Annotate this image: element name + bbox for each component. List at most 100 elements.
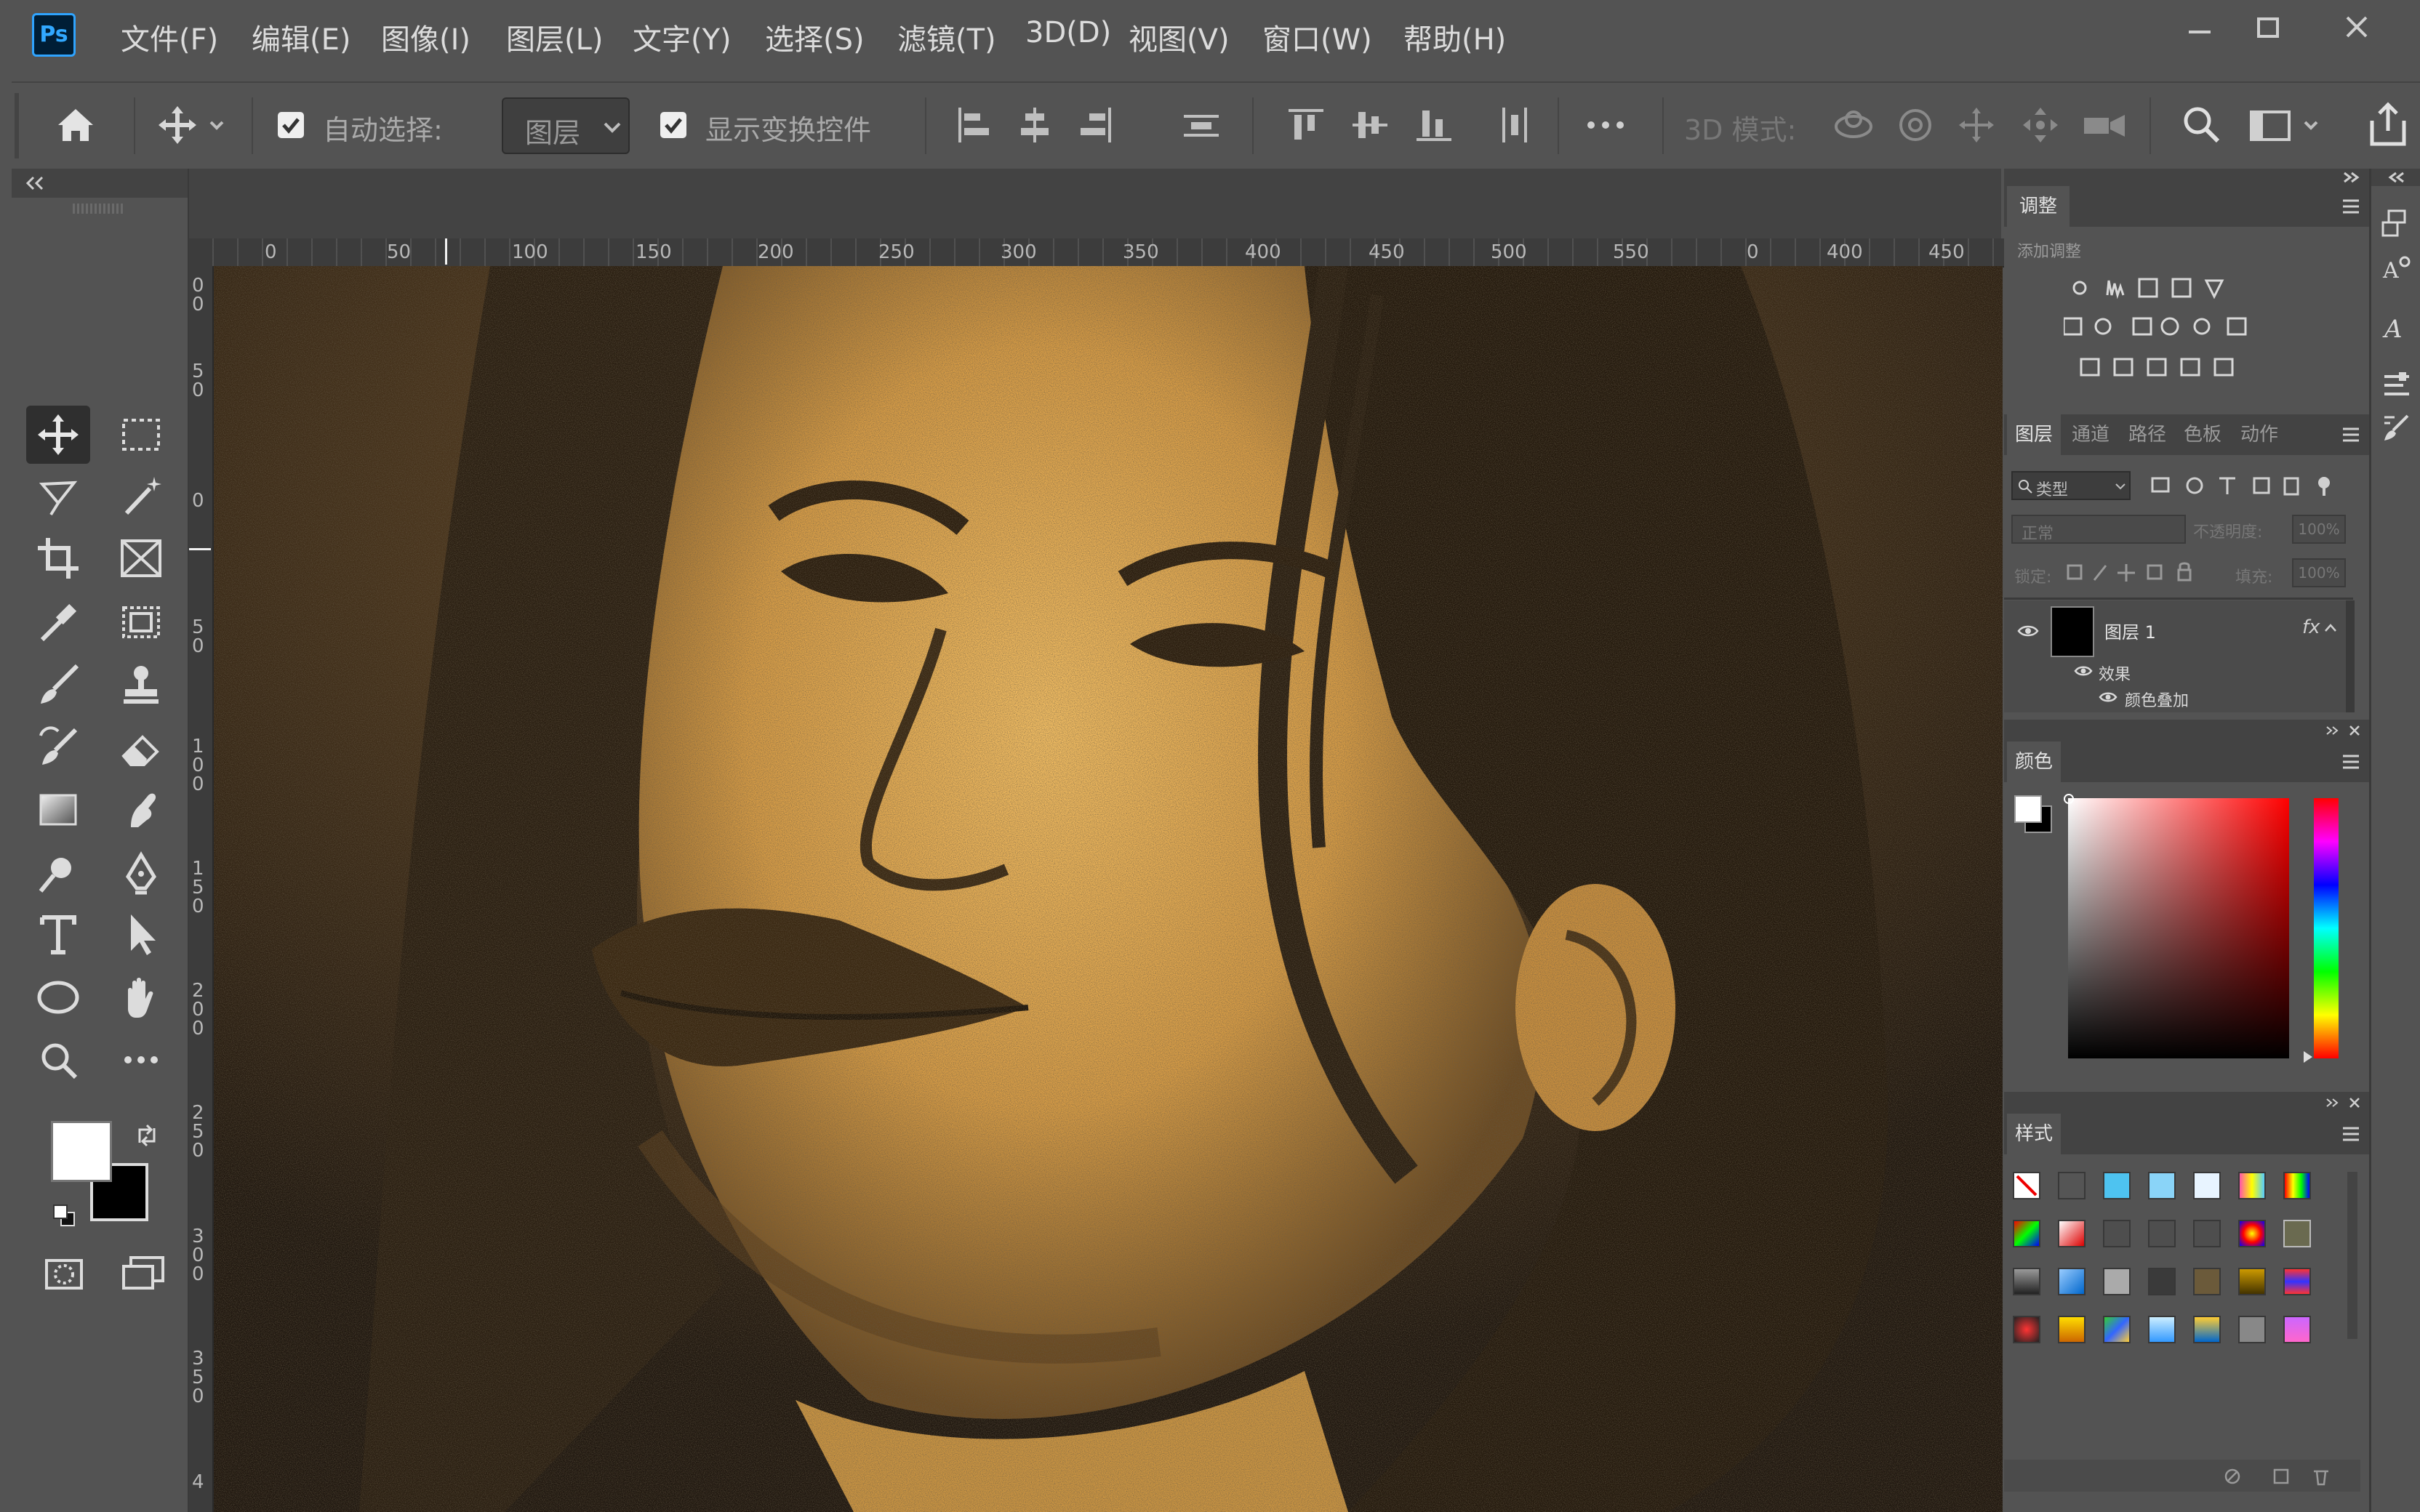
foreground-color-swatch[interactable] <box>51 1121 112 1182</box>
style-swatch[interactable] <box>2193 1172 2221 1199</box>
style-swatch[interactable] <box>2103 1220 2131 1247</box>
hue-slider-marker[interactable] <box>2302 1050 2314 1064</box>
align-right-icon[interactable] <box>1076 105 1115 145</box>
3d-roll-icon[interactable] <box>1894 103 1937 147</box>
effects-visibility-eye-icon[interactable] <box>2074 664 2093 677</box>
strip-header[interactable] <box>2371 169 2420 186</box>
edit-toolbar-icon[interactable] <box>109 1031 173 1089</box>
style-swatch[interactable] <box>2013 1220 2040 1247</box>
menu-select[interactable]: 选择(S) <box>765 16 865 58</box>
color-panel-foreground-swatch[interactable] <box>2014 795 2042 823</box>
color-overlay-visibility-eye-icon[interactable] <box>2099 691 2118 704</box>
style-swatch[interactable] <box>2058 1220 2086 1247</box>
style-swatch[interactable] <box>2283 1268 2311 1295</box>
auto-select-target-dropdown[interactable]: 图层 <box>502 97 630 154</box>
screen-mode-icon[interactable] <box>113 1244 172 1303</box>
panel-menu-icon[interactable] <box>2341 753 2360 771</box>
style-swatch[interactable] <box>2283 1172 2311 1199</box>
style-swatch[interactable] <box>2103 1268 2131 1295</box>
collapse-effects-icon[interactable] <box>2324 622 2337 632</box>
frame-tool[interactable] <box>109 529 173 587</box>
panel-menu-icon[interactable] <box>2341 198 2360 215</box>
style-swatch[interactable] <box>2058 1172 2086 1199</box>
style-swatch[interactable] <box>2013 1268 2040 1295</box>
color-overlay-effect[interactable]: 颜色叠加 <box>2125 688 2189 711</box>
visibility-eye-icon[interactable] <box>2017 624 2039 638</box>
menu-view[interactable]: 视图(V) <box>1129 16 1230 58</box>
layer-name[interactable]: 图层 1 <box>2104 618 2156 643</box>
layer-filter-dropdown[interactable]: 类型 <box>2011 471 2131 500</box>
character-style-icon[interactable]: A <box>2380 253 2413 286</box>
horizontal-ruler[interactable]: 0 50 100 150 200 250 300 350 400 450 500… <box>189 238 2004 268</box>
home-icon[interactable] <box>52 102 99 148</box>
grip-handle[interactable] <box>15 93 19 158</box>
pen-tool[interactable] <box>109 845 173 903</box>
style-swatch[interactable] <box>2193 1316 2221 1343</box>
3d-camera-icon[interactable] <box>2081 103 2129 147</box>
style-swatch[interactable] <box>2238 1172 2266 1199</box>
more-options-icon[interactable] <box>1582 105 1629 145</box>
style-swatch[interactable] <box>2283 1316 2311 1343</box>
tab-channels[interactable]: 通道 <box>2064 414 2118 455</box>
eyedropper-tool[interactable] <box>26 593 90 651</box>
eraser-tool[interactable] <box>109 718 173 776</box>
menu-filter[interactable]: 滤镜(T) <box>897 16 996 58</box>
distribute-horizontal-icon[interactable] <box>1495 105 1536 145</box>
dodge-tool[interactable] <box>26 845 90 903</box>
style-swatch[interactable] <box>2283 1220 2311 1247</box>
menu-file[interactable]: 文件(F) <box>121 16 218 58</box>
rectangular-marquee-tool[interactable] <box>109 406 173 464</box>
properties-panel-icon[interactable] <box>2380 206 2413 240</box>
tab-paths[interactable]: 路径 <box>2120 414 2174 455</box>
color-panel-header[interactable] <box>2004 720 2369 741</box>
distribute-vertical-icon[interactable] <box>1181 105 1222 145</box>
menu-image[interactable]: 图像(I) <box>381 16 470 58</box>
hue-slider[interactable] <box>2314 798 2339 1058</box>
history-brush-tool[interactable] <box>26 718 90 776</box>
style-swatch[interactable] <box>2058 1316 2086 1343</box>
toolbox-header[interactable] <box>12 169 188 198</box>
toolbox-grip[interactable] <box>73 204 124 214</box>
paragraph-panel-icon[interactable] <box>2380 369 2413 403</box>
auto-select-checkbox[interactable] <box>278 112 304 138</box>
menu-3d[interactable]: 3D(D) <box>1025 16 1111 49</box>
styles-panel-header[interactable] <box>2004 1092 2369 1114</box>
panel-menu-icon[interactable] <box>2341 1125 2360 1143</box>
clone-stamp-tool[interactable] <box>109 656 173 714</box>
lock-icons[interactable] <box>2065 560 2225 584</box>
smudge-tool[interactable] <box>109 781 173 839</box>
layers-scrollbar[interactable] <box>2346 600 2355 712</box>
crop-tool[interactable] <box>26 529 90 587</box>
object-selection-tool[interactable] <box>109 593 173 651</box>
brush-settings-icon[interactable] <box>2380 411 2413 445</box>
menu-layer[interactable]: 图层(L) <box>506 16 604 58</box>
menu-type[interactable]: 文字(Y) <box>633 16 732 58</box>
menu-help[interactable]: 帮助(H) <box>1403 16 1506 58</box>
move-tool-preset-icon[interactable] <box>154 102 227 148</box>
quick-mask-icon[interactable] <box>33 1244 92 1303</box>
share-icon[interactable] <box>2365 99 2411 150</box>
align-bottom-icon[interactable] <box>1414 105 1454 145</box>
brush-tool[interactable] <box>26 656 90 714</box>
lasso-tool[interactable] <box>26 467 90 525</box>
minimize-button[interactable] <box>2167 7 2232 51</box>
style-swatch[interactable] <box>2103 1316 2131 1343</box>
styles-scrollbar[interactable] <box>2347 1172 2357 1339</box>
style-swatch[interactable] <box>2103 1172 2131 1199</box>
style-swatch[interactable] <box>2148 1220 2176 1247</box>
fx-badge[interactable]: fx <box>2302 616 2320 638</box>
style-swatch[interactable] <box>2148 1268 2176 1295</box>
magic-wand-tool[interactable] <box>109 467 173 525</box>
show-transform-checkbox[interactable] <box>660 112 686 138</box>
tab-styles[interactable]: 样式 <box>2007 1114 2061 1154</box>
tab-adjustments[interactable]: 调整 <box>2007 186 2070 227</box>
align-top-icon[interactable] <box>1286 105 1326 145</box>
style-swatch[interactable] <box>2148 1316 2176 1343</box>
close-button[interactable] <box>2324 7 2389 51</box>
align-vertical-center-icon[interactable] <box>1350 105 1390 145</box>
search-icon[interactable] <box>2179 102 2225 148</box>
align-horizontal-center-icon[interactable] <box>1015 105 1054 145</box>
layer-filter-icons[interactable] <box>2149 474 2360 499</box>
ellipse-tool[interactable] <box>26 968 90 1026</box>
tab-actions[interactable]: 动作 <box>2232 414 2286 455</box>
